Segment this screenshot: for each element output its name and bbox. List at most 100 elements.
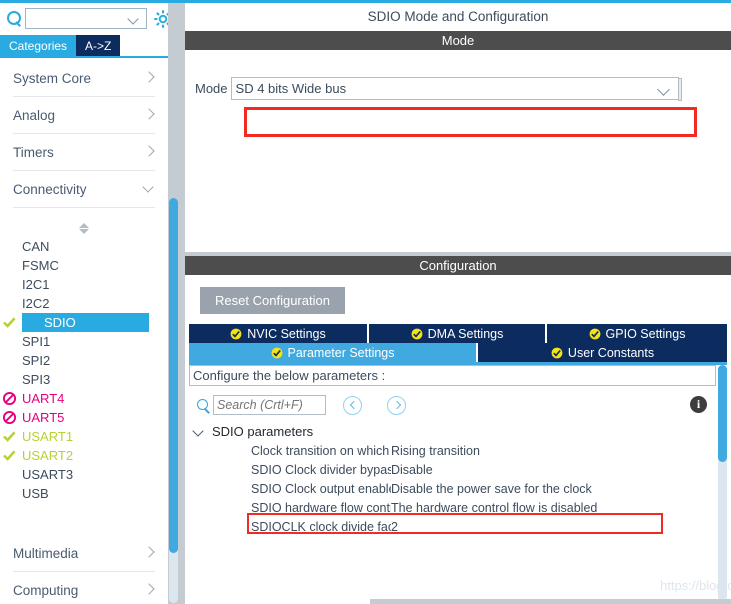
peripheral-spi1[interactable]: SPI1 [0,332,168,351]
peripheral-uart4[interactable]: UART4 [0,389,168,408]
parameter-value[interactable]: The hardware control flow is disabled [391,501,716,515]
search-previous-button[interactable] [343,395,362,415]
parameter-name: SDIO Clock output enable when... [251,481,391,496]
triangle-down-icon [79,228,89,234]
mode-section-header: Mode [185,31,731,50]
tab-nvic-settings[interactable]: NVIC Settings [189,324,369,343]
reset-configuration-button[interactable]: Reset Configuration [200,287,345,314]
peripheral-uart5[interactable]: UART5 [0,408,168,427]
check-circle-icon [589,328,600,339]
search-icon [3,8,25,30]
mode-select-value: SD 4 bits Wide bus [235,81,347,96]
category-label: Multimedia [13,545,79,561]
sidebar-search-row [0,5,168,32]
category-list-bottom: Multimedia Computing [0,535,168,604]
scroll-up-down-handle[interactable] [0,221,168,235]
peripheral-label: I2C2 [22,296,50,311]
parameter-value[interactable]: Disable [391,463,716,477]
parameter-table: Clock transition on which the bit... Ris… [189,441,716,536]
tab-label: DMA Settings [427,326,504,341]
category-analog[interactable]: Analog [13,97,155,134]
peripheral-spi2[interactable]: SPI2 [0,351,168,370]
peripheral-label: SDIO [44,315,76,330]
table-row[interactable]: SDIO Clock divider bypass Disable [189,460,716,479]
configuration-scrollbar-track[interactable] [718,365,727,601]
mode-select[interactable]: SD 4 bits Wide bus [230,77,682,101]
parameter-name: SDIO Clock divider bypass [251,462,391,477]
chevron-right-icon [143,109,155,121]
category-connectivity[interactable]: Connectivity [13,171,155,208]
parameter-value[interactable]: Rising transition [391,444,716,458]
parameter-value[interactable]: Disable the power save for the clock [391,482,716,496]
tab-categories[interactable]: Categories [0,35,77,56]
peripheral-label: SPI1 [22,334,51,349]
table-row[interactable]: SDIOCLK clock divide factor 2 [189,517,716,536]
bottom-strip [370,599,731,604]
search-next-button[interactable] [387,395,406,415]
table-row[interactable]: SDIO hardware flow control The hardware … [189,498,716,517]
panel-splitter [168,3,185,604]
page-title: SDIO Mode and Configuration [185,3,731,31]
mode-section: Mode Mode SD 4 bits Wide bus [185,31,731,252]
peripheral-label: UART4 [22,391,65,406]
tab-gpio-settings[interactable]: GPIO Settings [547,324,727,343]
category-label: Computing [13,582,79,598]
table-row[interactable]: SDIO Clock output enable when... Disable… [189,479,716,498]
info-icon[interactable]: i [690,396,707,413]
peripheral-label: SPI3 [22,372,51,387]
parameter-name: SDIO hardware flow control [251,500,391,515]
configuration-scrollbar-thumb[interactable] [718,365,727,462]
tab-label: GPIO Settings [605,326,686,341]
configuration-section: Configuration Reset Configuration NVIC S… [185,256,731,604]
category-timers[interactable]: Timers [13,134,155,171]
peripheral-i2c2[interactable]: I2C2 [0,294,168,313]
category-label: Timers [13,144,54,160]
no-entry-icon [2,391,17,406]
parameter-search-input[interactable] [213,395,326,415]
configuration-tabs-row-2: Parameter Settings User Constants [189,343,727,362]
table-row[interactable]: Clock transition on which the bit... Ris… [189,441,716,460]
check-icon [3,431,16,442]
check-icon [3,317,16,328]
peripheral-i2c1[interactable]: I2C1 [0,275,168,294]
peripheral-list: CAN FSMC I2C1 I2C2 SDIO SPI1 SPI2 SPI3 U… [0,237,168,503]
gear-icon[interactable] [153,9,168,29]
configuration-section-header: Configuration [185,256,731,275]
chevron-down-icon [659,85,669,95]
peripheral-label: USART1 [22,429,74,444]
peripheral-usb[interactable]: USB [0,484,168,503]
peripheral-usart3[interactable]: USART3 [0,465,168,484]
peripheral-fsmc[interactable]: FSMC [0,256,168,275]
chevron-right-icon [143,72,155,84]
chevron-right-icon [143,584,155,596]
category-list: System Core Analog Timers Connectivity [0,60,168,208]
configure-hint-bar: Configure the below parameters : [189,365,716,386]
tab-dma-settings[interactable]: DMA Settings [369,324,547,343]
tab-label: Parameter Settings [287,345,395,360]
parameter-search-row: i [189,392,716,418]
main-panel: SDIO Mode and Configuration Mode Mode SD… [185,3,731,604]
category-computing[interactable]: Computing [13,572,155,604]
peripheral-usart1[interactable]: USART1 [0,427,168,446]
peripheral-usart2[interactable]: USART2 [0,446,168,465]
parameter-group-sdio[interactable]: SDIO parameters [189,421,716,441]
tab-user-constants[interactable]: User Constants [478,343,727,362]
parameter-value[interactable]: 2 [391,520,716,534]
tab-parameter-settings[interactable]: Parameter Settings [189,343,478,362]
parameter-name: SDIOCLK clock divide factor [251,519,391,534]
configuration-section-body: Reset Configuration NVIC Settings DMA Se… [185,275,731,604]
sidebar-scrollbar-track[interactable] [169,198,178,603]
peripheral-label: USART2 [22,448,74,463]
chevron-down-icon [129,15,138,24]
tab-a-to-z[interactable]: A->Z [76,35,121,56]
search-icon [194,396,213,415]
peripheral-search-combobox[interactable] [25,8,147,29]
peripheral-sdio[interactable]: SDIO [3,313,149,332]
category-system-core[interactable]: System Core [13,60,155,97]
peripheral-can[interactable]: CAN [0,237,168,256]
peripheral-spi3[interactable]: SPI3 [0,370,168,389]
category-multimedia[interactable]: Multimedia [13,535,155,572]
sidebar-scrollbar-thumb[interactable] [169,198,178,553]
mode-select-edge [677,78,682,101]
peripheral-label: USART3 [22,467,74,482]
